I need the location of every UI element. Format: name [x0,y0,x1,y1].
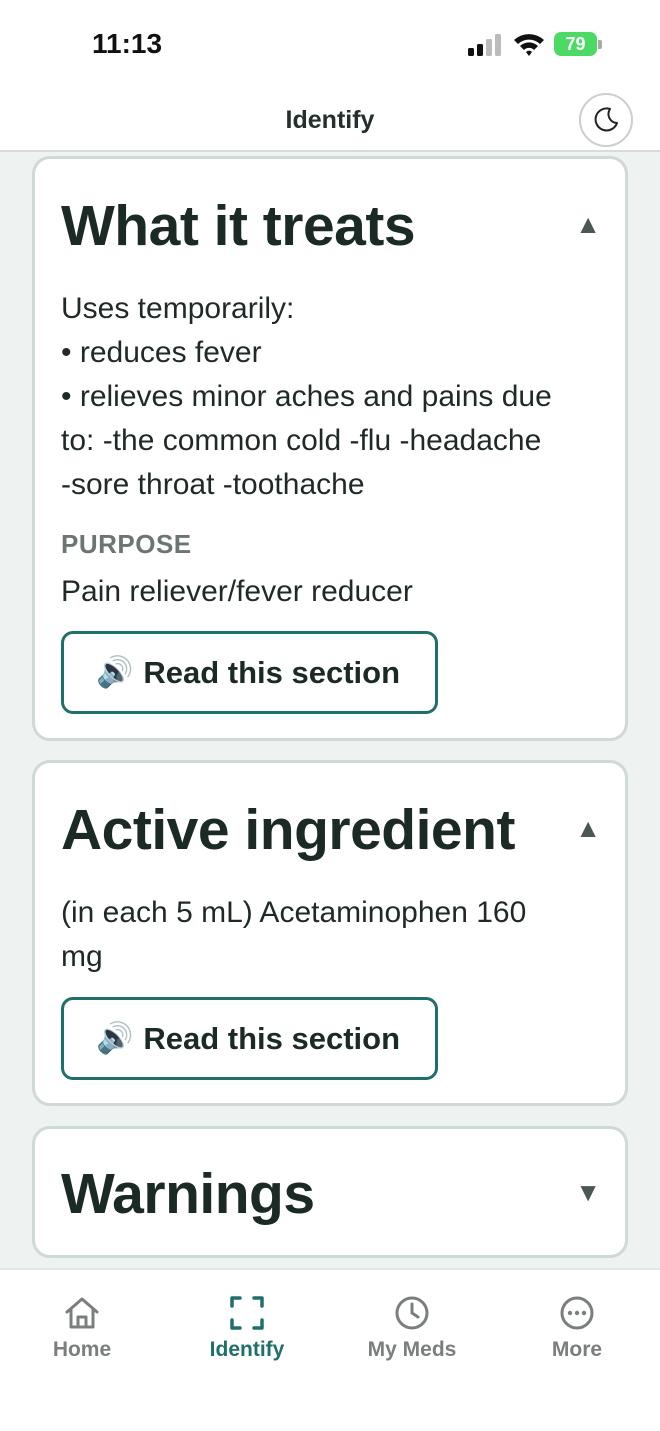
body-line: to: -the common cold -flu -headache [61,424,542,457]
read-section-label: Read this section [143,1020,401,1056]
section-title: What it treats [61,194,416,258]
body-line: mg [61,940,103,973]
status-bar: 11:13 79 [0,0,660,90]
section-body: (in each 5 mL) Acetaminophen 160 mg [61,891,601,979]
scan-icon [230,1296,264,1330]
app-header: Identify [0,90,660,152]
purpose-text: Pain reliever/fever reducer [61,575,413,608]
clock-icon [395,1296,429,1330]
read-section-label: Read this section [143,654,401,690]
wifi-icon [514,34,544,56]
tab-my-meds[interactable]: My Meds [347,1294,477,1374]
tab-home[interactable]: Home [17,1294,147,1374]
purpose-label: PURPOSE [61,529,192,559]
section-body: Uses temporarily: • reduces fever • reli… [61,287,601,507]
section-title: Warnings [61,1162,315,1226]
body-line: Uses temporarily: [61,292,295,325]
expand-arrow-icon[interactable]: ▼ [575,1177,601,1208]
tab-label: My Meds [367,1338,457,1361]
tab-label: Home [52,1338,112,1361]
section-card-active-ingredient: Active ingredient ▲ (in each 5 mL) Aceta… [32,760,628,1106]
body-line: • reduces fever [61,336,262,369]
section-card-what-it-treats: What it treats ▲ Uses temporarily: • red… [32,156,628,741]
bottom-tab-bar: Home Identify My Meds More [0,1268,660,1431]
tab-label: More [551,1338,603,1361]
body-line: (in each 5 mL) Acetaminophen 160 [61,896,527,929]
read-section-button[interactable]: 🔊 Read this section [61,997,438,1080]
tab-identify[interactable]: Identify [182,1294,312,1374]
speaker-icon: 🔊 [96,656,134,689]
moon-icon [594,107,618,132]
page-title: Identify [285,106,375,134]
speaker-icon: 🔊 [96,1022,134,1055]
dark-mode-toggle-button[interactable] [579,93,633,147]
collapse-arrow-icon[interactable]: ▲ [575,209,601,240]
body-line: • relieves minor aches and pains due [61,380,552,413]
battery-level: 79 [565,33,586,54]
read-section-button[interactable]: 🔊 Read this section [61,631,438,714]
collapse-arrow-icon[interactable]: ▲ [575,813,601,844]
home-icon [65,1297,99,1329]
battery-icon: 79 [554,32,602,56]
section-title: Active ingredient [61,798,515,862]
cellular-signal-icon [468,34,501,56]
more-icon [560,1296,594,1330]
tab-label: Identify [209,1338,285,1361]
tab-more[interactable]: More [512,1294,642,1374]
content-scroll-area[interactable]: What it treats ▲ Uses temporarily: • red… [0,152,660,1268]
status-time: 11:13 [92,28,163,59]
section-card-warnings[interactable]: Warnings ▼ [32,1126,628,1258]
body-line: -sore throat -toothache [61,468,365,501]
